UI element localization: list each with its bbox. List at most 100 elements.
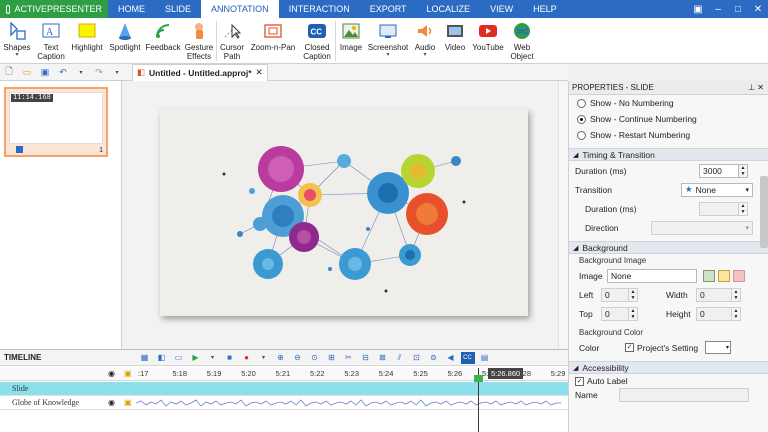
transition-duration-spinner[interactable]: ▲ ▼ [739, 201, 748, 216]
direction-select[interactable]: ▾ [651, 220, 753, 235]
duration-input[interactable]: 3000 [699, 163, 739, 178]
close-tab-icon[interactable]: ✕ [256, 67, 263, 78]
name-input[interactable] [619, 388, 749, 402]
slide-canvas[interactable] [160, 109, 528, 316]
save-icon[interactable]: ▣ [38, 65, 52, 79]
audio-waveform[interactable] [136, 398, 566, 408]
insert-icon[interactable]: ⊠ [376, 352, 390, 364]
radio-icon[interactable] [577, 130, 586, 140]
cut-icon[interactable]: ✂ [342, 352, 356, 364]
stop-icon[interactable]: ■ [223, 352, 237, 364]
playhead-marker-icon[interactable] [474, 375, 483, 382]
redo-dropdown-icon[interactable]: ▾ [110, 65, 124, 79]
eye-icon[interactable]: ◉ [108, 398, 115, 407]
tab-localize[interactable]: LOCALIZE [417, 0, 481, 18]
height-spinner[interactable]: ▲ ▼ [732, 306, 741, 321]
zoom-out-icon[interactable]: ⊖ [291, 352, 305, 364]
play-dropdown-icon[interactable]: ▾ [206, 352, 220, 364]
app-menu-button[interactable]: ACTIVEPRESENTER [0, 0, 108, 18]
radio-selected-icon[interactable] [577, 114, 586, 124]
canvas-scrollbar[interactable] [558, 81, 568, 349]
image-button[interactable]: Image [336, 18, 366, 64]
web-object-button[interactable]: Web Object [506, 18, 538, 64]
radio-no-numbering[interactable]: Show - No Numbering [569, 95, 768, 111]
lock-open-icon[interactable]: ▣ [124, 398, 132, 407]
top-spinner[interactable]: ▲ ▼ [629, 306, 638, 321]
highlight-button[interactable]: Highlight [68, 18, 106, 64]
tab-slide[interactable]: SLIDE [155, 0, 201, 18]
fit-icon[interactable]: ▭ [172, 352, 186, 364]
zoom-n-pan-button[interactable]: Zoom-n-Pan [247, 18, 299, 64]
document-tab[interactable]: ◧ Untitled - Untitled.approj* ✕ [132, 63, 268, 81]
volume-icon[interactable]: ◀ [444, 352, 458, 364]
tab-view[interactable]: VIEW [480, 0, 523, 18]
left-spinner[interactable]: ▲ ▼ [629, 287, 638, 302]
redo-icon[interactable]: ↷ [92, 65, 106, 79]
spotlight-button[interactable]: Spotlight [106, 18, 144, 64]
image-browse-icon[interactable] [703, 269, 715, 282]
text-caption-button[interactable]: A Text Caption [34, 18, 68, 64]
properties-scrollbar[interactable] [760, 176, 768, 248]
timeline-row-audio[interactable]: Globe of Knowledge ◉ ▣ [0, 396, 568, 410]
duration-spinner[interactable]: ▲ ▼ [739, 163, 748, 178]
section-background[interactable]: ◢ Background [569, 241, 768, 254]
feedback-button[interactable]: Feedback [144, 18, 182, 64]
color-picker[interactable]: ▾ [705, 341, 731, 354]
height-input[interactable]: 0 [696, 306, 732, 321]
undo-icon[interactable]: ↶ [56, 65, 70, 79]
audio-button[interactable]: Audio ▾ [410, 18, 440, 64]
close-icon[interactable]: ✕ [748, 0, 768, 18]
shapes-button[interactable]: Shapes ▾ [0, 18, 34, 64]
section-accessibility[interactable]: ◢ Accessibility [569, 361, 768, 374]
transition-select[interactable]: ★ None ▾ [681, 182, 753, 197]
cursor-path-button[interactable]: Cursor Path [217, 18, 247, 64]
transition-duration-input[interactable] [699, 201, 739, 216]
screenshot-button[interactable]: Screenshot ▾ [366, 18, 410, 64]
tab-interaction[interactable]: INTERACTION [279, 0, 360, 18]
auto-label-checkbox[interactable]: ✓ [575, 376, 584, 386]
tab-help[interactable]: HELP [523, 0, 567, 18]
layout-icon[interactable]: ▤ [478, 352, 492, 364]
freeze-icon[interactable]: ⊡ [410, 352, 424, 364]
video-button[interactable]: Video [440, 18, 470, 64]
timeline-row-slide[interactable]: Slide [0, 382, 568, 396]
record-icon[interactable]: ● [240, 352, 254, 364]
top-input[interactable]: 0 [601, 306, 629, 321]
play-icon[interactable]: ▶ [189, 352, 203, 364]
minimize-icon[interactable]: – [708, 0, 728, 18]
snap-icon[interactable]: ▦ [138, 352, 152, 364]
cc-icon[interactable]: CC [460, 351, 475, 364]
gesture-effects-button[interactable]: Gesture Effects [182, 18, 216, 64]
radio-restart-numbering[interactable]: Show - Restart Numbering [569, 127, 768, 143]
tab-annotation[interactable]: ANNOTATION [201, 0, 279, 18]
zoom-fit-icon[interactable]: ⊙ [308, 352, 322, 364]
youtube-button[interactable]: YouTube [470, 18, 506, 64]
radio-icon[interactable] [577, 98, 586, 108]
maximize-icon[interactable]: □ [728, 0, 748, 18]
pin-icon[interactable]: ⊥ ✕ [748, 83, 768, 92]
closed-caption-button[interactable]: CC Closed Caption [299, 18, 335, 64]
record-dropdown-icon[interactable]: ▾ [257, 352, 271, 364]
section-timing-transition[interactable]: ◢ Timing & Transition [569, 148, 768, 161]
globe-of-knowledge-graphic[interactable] [160, 109, 528, 316]
lock-icon[interactable]: ▣ [124, 369, 132, 378]
radio-continue-numbering[interactable]: Show - Continue Numbering [569, 111, 768, 127]
slide-thumbnail[interactable]: 11:14.168 1 [4, 87, 108, 157]
add-image-icon[interactable] [718, 269, 730, 282]
crop-icon[interactable]: ⊟ [359, 352, 373, 364]
trim-icon[interactable]: ⊞ [325, 352, 339, 364]
width-input[interactable]: 0 [696, 287, 732, 302]
split-icon[interactable]: ⫽ [393, 352, 407, 364]
speed-icon[interactable]: ⊜ [427, 352, 441, 364]
open-folder-icon[interactable]: ▭ [20, 65, 34, 79]
undo-dropdown-icon[interactable]: ▾ [74, 65, 88, 79]
split-view-icon[interactable]: ◧ [155, 352, 169, 364]
remove-image-icon[interactable] [733, 269, 745, 282]
tab-export[interactable]: EXPORT [360, 0, 417, 18]
eye-icon[interactable]: ◉ [108, 369, 115, 378]
new-file-icon[interactable]: 🗋 [2, 65, 16, 79]
width-spinner[interactable]: ▲ ▼ [732, 287, 741, 302]
projects-setting-checkbox[interactable]: ✓ [625, 343, 634, 352]
zoom-in-icon[interactable]: ⊕ [274, 352, 288, 364]
left-input[interactable]: 0 [601, 287, 629, 302]
